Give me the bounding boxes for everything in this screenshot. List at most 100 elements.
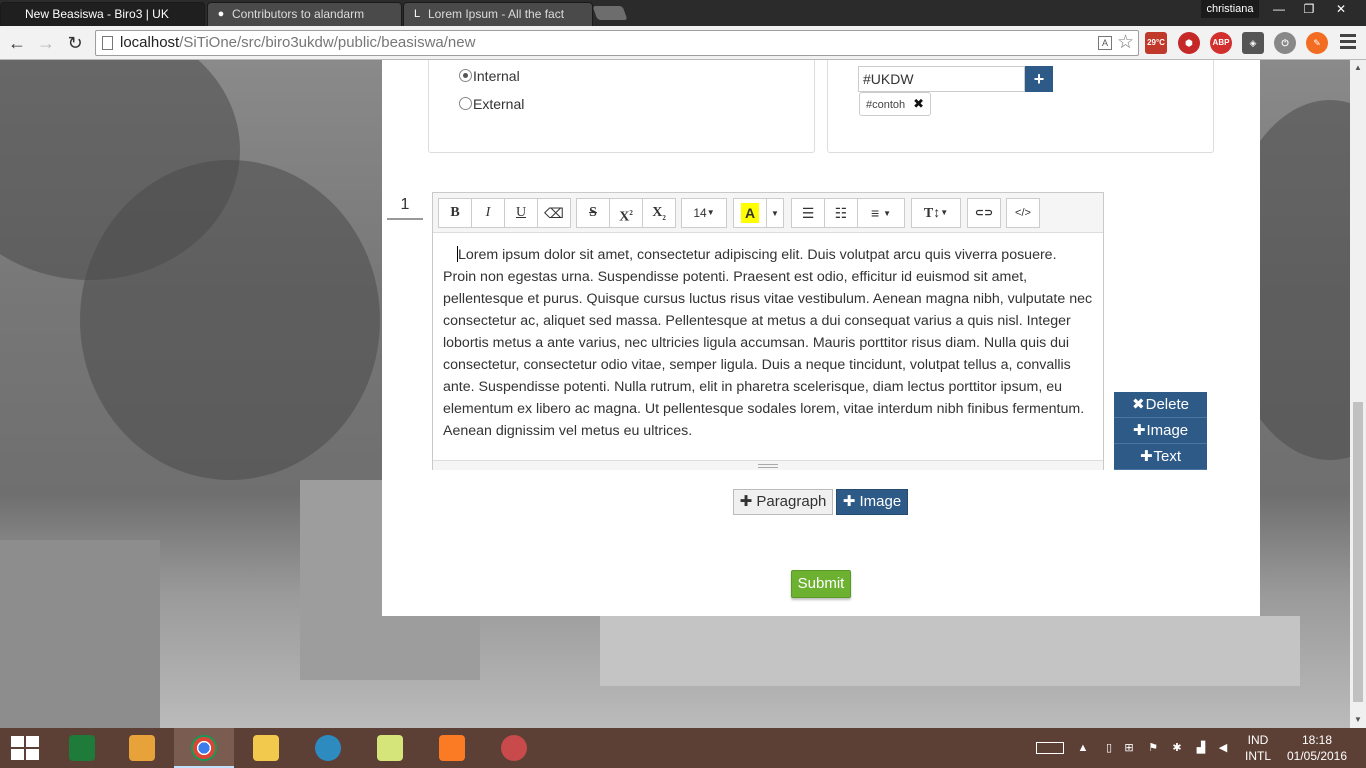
superscript-button[interactable]: X2 [609,198,643,228]
action-center-flag-icon[interactable]: ⚑ [1146,741,1160,755]
form-card: Internal External #UKDW + #contoh ✖ 1 B I… [382,60,1260,616]
bookmark-star-icon[interactable]: ☆ [1117,32,1134,54]
windows-start-icon[interactable] [8,736,40,760]
tag-input[interactable]: #UKDW [858,66,1025,92]
address-bar[interactable]: localhost/SiTiOne/src/biro3ukdw/public/b… [95,30,1139,56]
windows-tray-icon[interactable]: ⊞ [1122,741,1136,755]
radio-internal[interactable]: Internal [459,68,520,84]
chevron-down-icon: ▼ [940,208,949,217]
taskbar-file-explorer-icon[interactable] [236,728,296,768]
remove-tag-icon[interactable]: ✖ [913,96,924,111]
strikethrough-button[interactable]: S [576,198,610,228]
new-tab-button[interactable] [592,6,628,20]
minimize-icon[interactable]: — [1264,0,1294,18]
chevron-down-icon: ▼ [883,209,891,218]
show-hidden-icons-icon[interactable]: ▲ [1076,741,1090,755]
plus-icon: ✚ [842,493,856,510]
times-icon: ✖ [1132,396,1145,413]
network-tray-icon[interactable]: ✱ [1170,741,1184,755]
power-extension-icon[interactable]: ⏻ [1274,32,1296,54]
underline-button[interactable]: U [504,198,538,228]
tab-title: Lorem Ipsum - All the fact [428,7,565,21]
shield-extension-icon[interactable]: ⬢ [1178,32,1200,54]
taskbar-excel-icon[interactable] [52,728,112,768]
taskbar-snipping-icon[interactable] [484,728,544,768]
volume-icon[interactable]: ◀ [1216,741,1230,755]
browser-tab-lorem[interactable]: L Lorem Ipsum - All the fact [403,2,593,26]
chrome-menu-icon[interactable] [1340,34,1356,50]
tag-chip: #contoh ✖ [859,92,932,116]
keyboard-icon[interactable] [1036,742,1064,754]
browser-tab-beasiswa[interactable]: New Beasiswa - Biro3 | UK [0,2,205,26]
taskbar-xampp-icon[interactable] [422,728,482,768]
tab-title: Contributors to alandarm [232,7,365,21]
font-size-dropdown[interactable]: 14▼ [681,198,727,228]
ordered-list-icon[interactable]: ☷ [824,198,858,228]
weather-extension-icon[interactable]: 29°C [1145,32,1167,54]
taskbar-chrome-icon[interactable] [174,728,234,768]
insert-image-button[interactable]: ✚Image [1114,418,1207,444]
ublock-extension-icon[interactable]: ◈ [1242,32,1264,54]
italic-button[interactable]: I [471,198,505,228]
windows-taskbar: ▲ ▯ ⊞ ⚑ ✱ ▟ ◀ IND INTL 18:18 01/05/2016 [0,728,1366,768]
scrollbar-thumb[interactable] [1353,402,1363,702]
page-icon [102,36,113,50]
back-icon[interactable]: ← [5,31,29,55]
github-icon: ● [217,8,225,20]
add-tag-button[interactable]: + [1025,66,1053,92]
url-text: localhost/SiTiOne/src/biro3ukdw/public/b… [120,34,476,51]
unordered-list-icon[interactable]: ☰ [791,198,825,228]
text-color-button[interactable]: A [733,198,767,228]
code-view-icon[interactable]: </> [1006,198,1040,228]
rich-text-editor: B I U ⌫ S X2 X2 14▼ A ▼ ☰ ☷ ≡ ▼ T↕▼ ⊂⊃ <… [432,192,1104,470]
plus-icon: ✚ [739,493,753,510]
tags-panel: #UKDW + #contoh ✖ [827,60,1214,153]
page-viewport: Internal External #UKDW + #contoh ✖ 1 B I… [0,60,1350,728]
add-paragraph-button[interactable]: ✚ Paragraph [733,489,833,515]
radio-button[interactable] [459,97,472,110]
close-window-icon[interactable]: ✕ [1326,0,1356,18]
radio-button-checked[interactable] [459,69,472,82]
bold-button[interactable]: B [438,198,472,228]
profile-button[interactable]: christiana [1201,0,1259,18]
color-dropdown-button[interactable]: ▼ [766,198,784,228]
reload-icon[interactable]: ↻ [63,31,87,55]
wifi-signal-icon[interactable]: ▟ [1194,741,1208,755]
chevron-down-icon: ▼ [771,209,779,218]
plus-icon: ✚ [1139,448,1153,465]
scroll-down-icon[interactable]: ▼ [1350,712,1366,728]
submit-button[interactable]: Submit [791,570,851,598]
input-language[interactable]: IND INTL [1238,732,1278,764]
restore-icon[interactable]: ❐ [1294,0,1324,18]
link-icon[interactable]: ⊂⊃ [967,198,1001,228]
radio-external[interactable]: External [459,96,524,112]
taskbar-notes-icon[interactable] [360,728,420,768]
lorem-favicon-icon: L [413,8,421,20]
battery-icon[interactable]: ▯ [1102,741,1116,755]
subscript-button[interactable]: X2 [642,198,676,228]
page-scrollbar[interactable]: ▲ ▼ [1350,60,1366,728]
taskbar-media-player-icon[interactable] [112,728,172,768]
delete-paragraph-button[interactable]: ✖Delete [1114,392,1207,418]
adblock-plus-icon[interactable]: ABP [1210,32,1232,54]
system-clock[interactable]: 18:18 01/05/2016 [1284,732,1350,764]
taskbar-app-icon[interactable] [298,728,358,768]
background-building [600,616,1300,686]
forward-icon[interactable]: → [34,31,58,55]
paragraph-number: 1 [387,196,423,220]
pocket-extension-icon[interactable]: ✎ [1306,32,1328,54]
editor-resize-handle[interactable] [433,460,1103,470]
page-favicon-icon [7,7,21,21]
align-icon: ≡ [871,205,880,221]
add-image-button[interactable]: ✚ Image [836,489,908,515]
insert-text-button[interactable]: ✚Text [1114,444,1207,470]
scholarship-type-panel: Internal External [428,60,815,153]
eraser-icon[interactable]: ⌫ [537,198,571,228]
scroll-up-icon[interactable]: ▲ [1350,60,1366,76]
translate-icon[interactable]: A [1098,36,1112,50]
background-fence [0,540,160,728]
editor-content[interactable]: Lorem ipsum dolor sit amet, consectetur … [443,244,1093,442]
browser-tab-contributors[interactable]: ● Contributors to alandarm [207,2,402,26]
line-height-dropdown[interactable]: T↕▼ [911,198,961,228]
align-dropdown[interactable]: ≡ ▼ [857,198,905,228]
